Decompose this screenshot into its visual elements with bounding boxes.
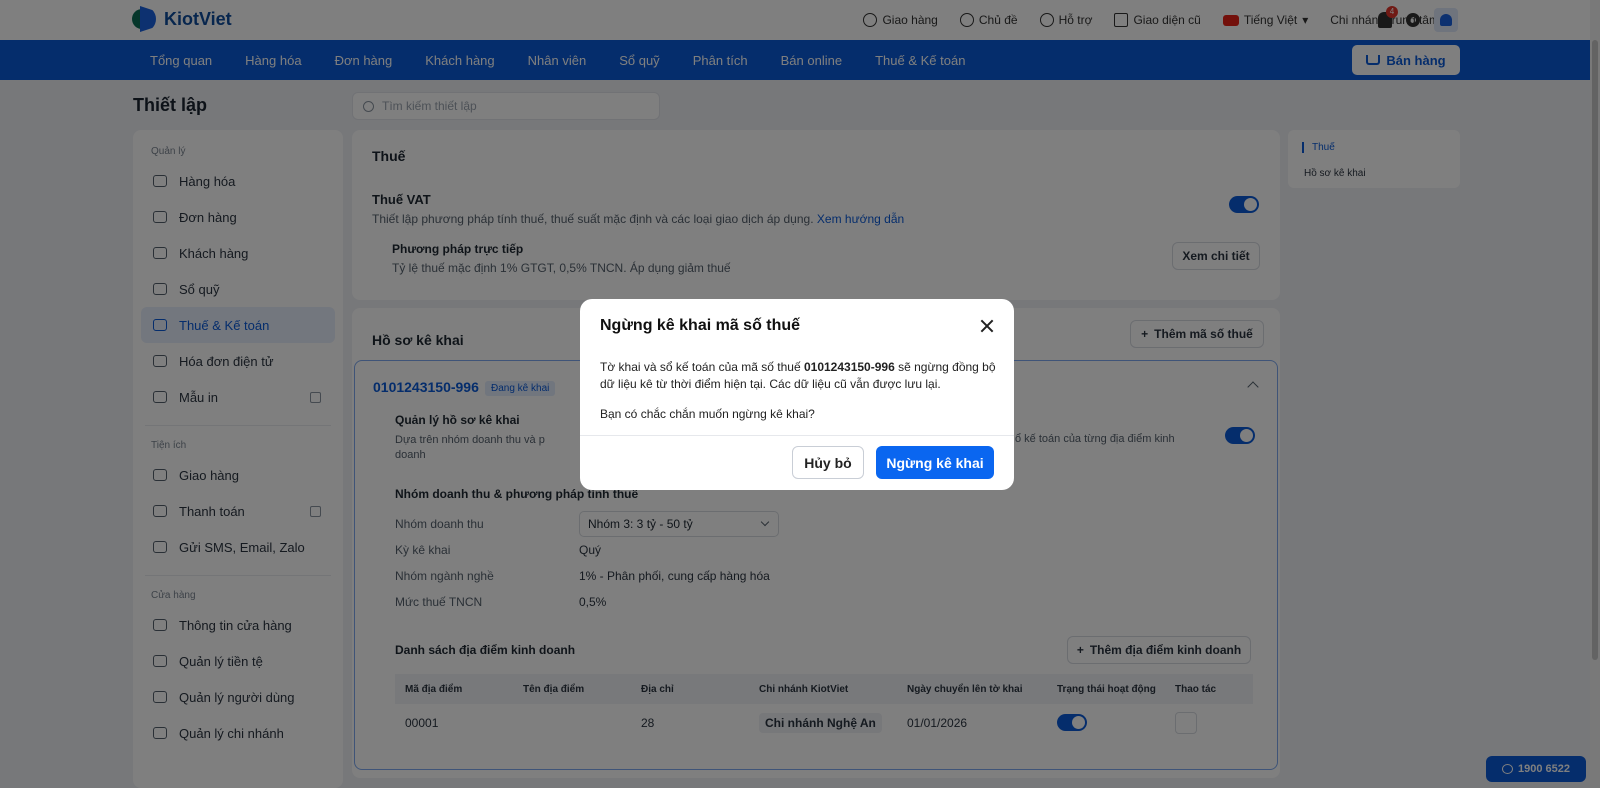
dialog-tax-code: 0101243150-996 — [803, 360, 895, 374]
stop-declaration-button[interactable]: Ngừng kê khai — [876, 446, 994, 479]
dialog-divider — [580, 435, 1014, 436]
close-icon[interactable] — [980, 319, 994, 333]
stop-declaration-dialog: Ngừng kê khai mã số thuế Tờ khai và sổ k… — [580, 299, 1014, 490]
cancel-button[interactable]: Hủy bỏ — [792, 446, 864, 479]
dialog-question: Bạn có chắc chắn muốn ngừng kê khai? — [600, 407, 815, 421]
dialog-message: Tờ khai và sổ kế toán của mã số thuế 010… — [600, 360, 996, 391]
dialog-title: Ngừng kê khai mã số thuế — [600, 317, 801, 334]
